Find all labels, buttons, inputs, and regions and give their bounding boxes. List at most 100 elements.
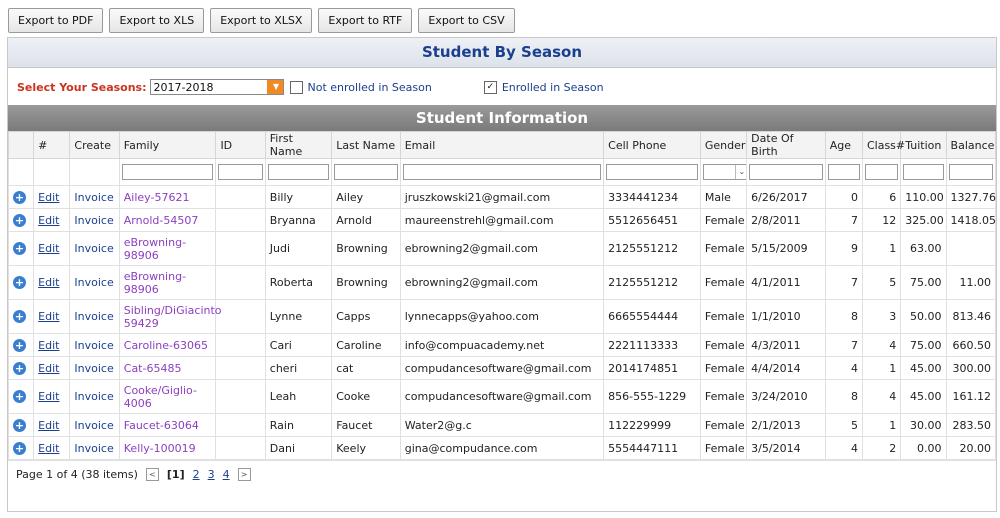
last-name-cell: Browning [336,276,388,289]
family-cell[interactable]: eBrowning-98906 [124,270,186,296]
invoice-link[interactable]: Invoice [74,362,113,375]
email-cell: lynnecapps@yahoo.com [404,310,539,323]
edit-link[interactable]: Edit [38,362,59,375]
page-link-4[interactable]: 4 [223,468,230,481]
column-header[interactable]: Tuition [900,131,947,159]
page-link-2[interactable]: 2 [193,468,200,481]
column-header[interactable]: Date Of Birth [746,131,826,159]
expand-row-icon[interactable]: + [13,390,26,403]
edit-link[interactable]: Edit [38,214,59,227]
edit-link[interactable]: Edit [38,276,59,289]
expand-row-icon[interactable]: + [13,190,26,204]
family-cell[interactable]: Caroline-63065 [124,339,208,352]
dob-filter-input[interactable] [749,164,823,180]
tuition-filter-input[interactable] [903,164,944,180]
export-csv-button[interactable]: Export to CSV [418,8,515,33]
gender-cell: Female [704,441,745,455]
edit-link[interactable]: Edit [38,339,59,352]
family-cell[interactable]: Sibling/DiGiacinto 59429 [124,304,222,330]
invoice-link[interactable]: Invoice [74,276,113,289]
not-enrolled-checkbox[interactable]: Not enrolled in Season [289,80,432,94]
export-pdf-button[interactable]: Export to PDF [8,8,104,33]
family-cell[interactable]: Arnold-54507 [124,214,199,227]
edit-link[interactable]: Edit [38,419,59,432]
gender-filter-select[interactable]: ⌄ [702,164,749,180]
enrolled-checkbox[interactable]: ✓ Enrolled in Season [483,80,604,94]
edit-link[interactable]: Edit [38,442,59,455]
invoice-link[interactable]: Invoice [74,339,113,352]
page-link-3[interactable]: 3 [208,468,215,481]
invoice-link[interactable]: Invoice [74,419,113,432]
invoice-link[interactable]: Invoice [74,191,113,204]
family-cell[interactable]: Cooke/Giglio-4006 [124,384,197,410]
dob-cell: 6/26/2017 [751,190,808,204]
column-header[interactable]: Balance [945,131,997,159]
last-name-filter-input[interactable] [334,164,398,180]
email-cell: Water2@g.c [404,418,472,432]
family-cell[interactable]: Faucet-63064 [124,419,199,432]
balance-filter-input[interactable] [948,164,993,180]
expand-row-icon[interactable]: + [13,276,26,289]
tuition-cell: 63.00 [910,242,942,255]
expand-row-icon[interactable]: + [13,361,26,375]
column-header[interactable]: ID [215,131,266,159]
expand-row-icon[interactable]: + [13,441,26,455]
expand-row-icon[interactable]: + [13,418,26,432]
class-cell: 2 [889,441,897,455]
family-cell[interactable]: Cat-65485 [124,362,182,375]
invoice-link[interactable]: Invoice [74,242,113,255]
edit-link[interactable]: Edit [38,242,59,255]
dob-cell: 1/1/2010 [751,310,801,323]
checkbox-unchecked-icon[interactable] [289,80,303,94]
edit-link[interactable]: Edit [38,310,59,323]
edit-link[interactable]: Edit [38,191,59,204]
table-row: + Edit Invoice Ailey-57621 Billy Ailey jruszko… [7,185,996,209]
expand-row-icon[interactable]: + [13,242,26,255]
column-header[interactable]: Email [399,131,605,159]
prev-page-icon[interactable]: < [145,467,159,481]
first-name-cell: Lynne [269,310,303,323]
chevron-down-icon[interactable]: ⌄ [734,165,748,179]
invoice-link[interactable]: Invoice [74,442,113,455]
expand-row-icon[interactable]: + [13,338,26,352]
family-cell[interactable]: Ailey-57621 [124,191,190,204]
invoice-link[interactable]: Invoice [74,390,113,403]
expand-row-icon[interactable]: + [13,310,26,323]
balance-cell: 1418.05 [950,213,997,227]
chevron-down-icon[interactable]: ▼ [266,80,283,94]
column-header[interactable]: Family [118,131,217,159]
export-xlsx-button[interactable]: Export to XLSX [210,8,313,33]
email-filter-input[interactable] [402,164,602,180]
season-select[interactable]: 2017-2018 ▼ [149,79,284,95]
export-xls-button[interactable]: Export to XLS [109,8,205,33]
cell-phone-cell: 2125551212 [608,276,679,289]
first-name-filter-input[interactable] [267,164,330,180]
gender-cell: Female [704,310,745,323]
email-cell: maureenstrehl@gmail.com [404,213,554,227]
column-header[interactable]: Cell Phone [603,131,701,159]
column-header[interactable]: Last Name [331,131,401,159]
edit-link[interactable]: Edit [38,390,59,403]
student-info-title: Student Information [8,105,996,131]
checkbox-checked-icon[interactable]: ✓ [483,80,497,94]
export-rtf-button[interactable]: Export to RTF [318,8,413,33]
season-select-label: Select Your Seasons: [17,80,147,94]
column-header[interactable]: Age [824,131,863,159]
pager-summary: Page 1 of 4 (38 items) [16,467,138,481]
column-header[interactable]: Class# [861,131,905,159]
column-header[interactable]: First Name [264,131,333,159]
family-filter-input[interactable] [121,164,214,180]
invoice-link[interactable]: Invoice [74,310,113,323]
next-page-icon[interactable]: > [237,467,251,481]
cell-phone-filter-input[interactable] [606,164,698,180]
column-header[interactable]: Gender [699,131,748,159]
dob-cell: 2/1/2013 [751,418,801,432]
invoice-link[interactable]: Invoice [74,214,113,227]
age-filter-input[interactable] [827,164,860,180]
family-cell[interactable]: eBrowning-98906 [124,236,186,262]
class-filter-input[interactable] [864,164,899,180]
family-cell[interactable]: Kelly-100019 [124,442,196,455]
expand-row-icon[interactable]: + [13,213,26,227]
id-filter-input[interactable] [218,164,263,180]
first-name-cell: Bryanna [269,213,316,227]
